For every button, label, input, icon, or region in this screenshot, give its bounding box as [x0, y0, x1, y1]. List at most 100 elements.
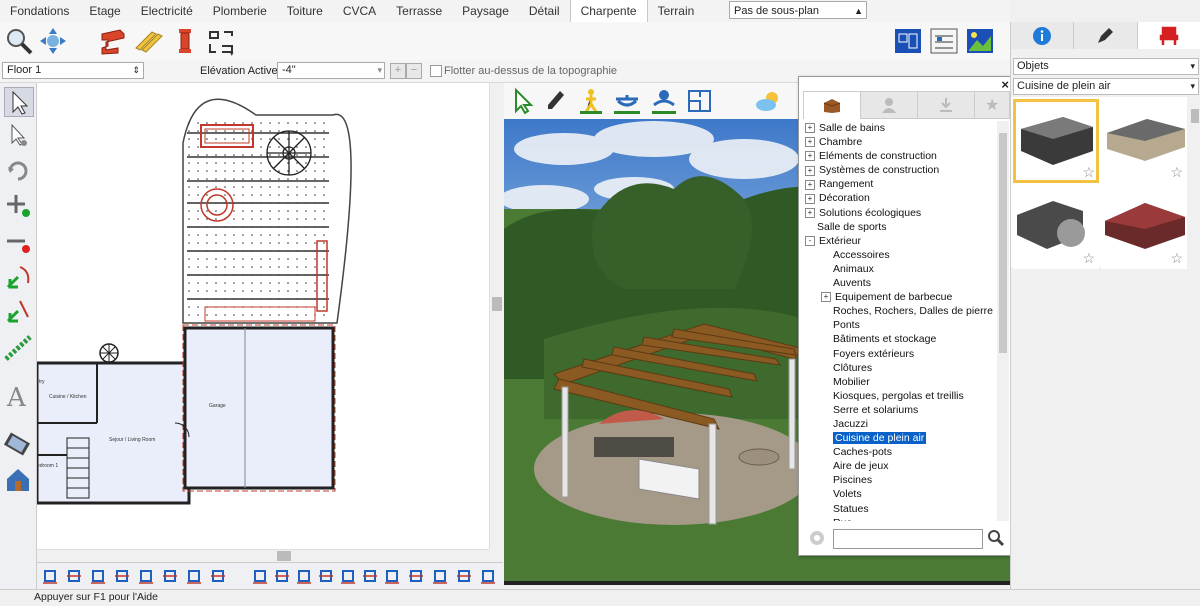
scroll-thumb[interactable]	[492, 297, 502, 311]
tab-objects[interactable]	[1137, 22, 1200, 49]
expand-icon[interactable]: +	[805, 193, 815, 204]
beam-icon[interactable]	[98, 26, 128, 56]
plan-view-icon[interactable]	[893, 26, 923, 56]
right-panel-scrollbar[interactable]	[1189, 97, 1200, 587]
align-tool-icon[interactable]	[317, 567, 335, 585]
camera-icon[interactable]	[3, 429, 32, 457]
dimension-icon[interactable]	[4, 333, 32, 361]
add-point-icon[interactable]	[4, 191, 32, 219]
text-icon[interactable]: A	[4, 381, 32, 413]
tab-library-download[interactable]	[917, 91, 976, 119]
framing-tools-icon[interactable]: ▾	[206, 26, 236, 58]
tab-etage[interactable]: Etage	[79, 0, 130, 22]
tree-item[interactable]: Roches, Rochers, Dalles de pierre	[805, 304, 993, 318]
walkthrough-icon[interactable]	[578, 87, 604, 115]
library-tree-scrollbar[interactable]	[997, 121, 1009, 521]
tab-cvca[interactable]: CVCA	[333, 0, 386, 22]
align-tool-icon[interactable]	[161, 567, 179, 585]
tab-library-user[interactable]	[860, 91, 919, 119]
floorplan-3d-icon[interactable]	[686, 87, 714, 115]
flyover-icon[interactable]	[612, 87, 642, 115]
tree-item[interactable]: Auvents	[805, 276, 993, 290]
select-edit-icon[interactable]	[4, 121, 32, 149]
thumbnail-kitchen-1[interactable]: ☆	[1013, 99, 1099, 183]
objects-select[interactable]: Objets ▾	[1013, 58, 1199, 75]
align-tool-icon[interactable]	[361, 567, 379, 585]
tab-electricite[interactable]: Electricité	[131, 0, 203, 22]
scroll-thumb[interactable]	[999, 133, 1007, 353]
tree-item[interactable]: Statues	[805, 502, 993, 516]
align-tool-icon[interactable]	[65, 567, 83, 585]
expand-icon[interactable]: +	[805, 137, 815, 148]
align-tool-icon[interactable]	[113, 567, 131, 585]
tree-item[interactable]: + Equipement de barbecue	[805, 290, 993, 304]
tab-plomberie[interactable]: Plomberie	[203, 0, 277, 22]
tree-item[interactable]: Rue	[805, 516, 993, 521]
align-tool-icon[interactable]	[273, 567, 291, 585]
align-tool-icon[interactable]	[89, 567, 107, 585]
tab-terrain[interactable]: Terrain	[648, 0, 705, 22]
tab-materials[interactable]	[1074, 22, 1138, 49]
thumbnail-kitchen-4[interactable]: ☆	[1101, 185, 1187, 269]
tree-item[interactable]: Accessoires	[805, 248, 993, 262]
align-tool-icon[interactable]	[383, 567, 401, 585]
expand-icon[interactable]: +	[805, 151, 815, 162]
column-icon[interactable]	[170, 26, 200, 56]
align-tool-icon[interactable]	[137, 567, 155, 585]
select-arrow-icon[interactable]	[4, 87, 34, 117]
tree-item[interactable]: + Salle de bains	[805, 121, 993, 135]
thumbnail-kitchen-2[interactable]: ☆	[1101, 99, 1187, 183]
expand-icon[interactable]: +	[805, 123, 815, 134]
thumbnail-kitchen-3[interactable]: ☆	[1013, 185, 1099, 269]
tree-item[interactable]: Kiosques, pergolas et treillis	[805, 389, 993, 403]
orbit-icon[interactable]	[650, 87, 678, 115]
align-tool-icon[interactable]	[209, 567, 227, 585]
remove-point-icon[interactable]	[4, 229, 32, 257]
subplan-select[interactable]: Pas de sous-plan ▲	[729, 1, 867, 19]
tree-item[interactable]: Cuisine de plein air	[805, 431, 993, 445]
tree-item[interactable]: + Chambre	[805, 135, 993, 149]
elevation-view-icon[interactable]	[929, 26, 959, 56]
weather-icon[interactable]	[754, 87, 784, 115]
tree-item[interactable]: Animaux	[805, 262, 993, 276]
expand-icon[interactable]: +	[821, 292, 831, 303]
align-tool-icon[interactable]	[251, 567, 269, 585]
plan-view-canvas[interactable]: try Cuisine / Kitchen Sejour / Living Ro…	[37, 83, 489, 549]
align-tool-icon[interactable]	[431, 567, 449, 585]
tab-charpente[interactable]: Charpente	[569, 0, 648, 22]
tree-item[interactable]: + Solutions écologiques	[805, 206, 993, 220]
tree-item[interactable]: + Eléments de construction	[805, 149, 993, 163]
increase-button[interactable]: +	[390, 63, 406, 79]
elevation-input[interactable]: -4" ▾	[277, 62, 385, 79]
tab-toiture[interactable]: Toiture	[277, 0, 333, 22]
plan-vertical-scrollbar[interactable]	[489, 83, 504, 549]
zoom-icon[interactable]	[4, 26, 34, 56]
align-tool-icon[interactable]	[185, 567, 203, 585]
tree-item[interactable]: Aire de jeux	[805, 459, 993, 473]
rotate-icon[interactable]	[4, 157, 32, 185]
3d-select-icon[interactable]	[510, 87, 536, 115]
tree-item[interactable]: Piscines	[805, 473, 993, 487]
align-tool-icon[interactable]	[41, 567, 59, 585]
category-select[interactable]: Cuisine de plein air ▾	[1013, 78, 1199, 95]
tree-item[interactable]: Mobilier	[805, 375, 993, 389]
tree-item[interactable]: Clôtures	[805, 361, 993, 375]
favorite-star-icon[interactable]: ☆	[1082, 164, 1095, 181]
align-tool-icon[interactable]	[479, 567, 497, 585]
expand-icon[interactable]: +	[805, 165, 815, 176]
float-checkbox[interactable]	[430, 65, 442, 77]
tree-item[interactable]: + Décoration	[805, 191, 993, 205]
tab-info[interactable]	[1011, 22, 1075, 49]
tab-terrasse[interactable]: Terrasse	[386, 0, 452, 22]
tree-item[interactable]: Foyers extérieurs	[805, 347, 993, 361]
3d-view-icon[interactable]	[965, 26, 995, 56]
align-tool-icon[interactable]	[339, 567, 357, 585]
tree-item[interactable]: Jacuzzi	[805, 417, 993, 431]
tree-item[interactable]: Serre et solariums	[805, 403, 993, 417]
align-tool-icon[interactable]	[295, 567, 313, 585]
tab-paysage[interactable]: Paysage	[452, 0, 519, 22]
break-line-icon[interactable]	[4, 263, 32, 291]
tree-item[interactable]: Salle de sports	[805, 220, 993, 234]
tree-item[interactable]: + Systèmes de construction	[805, 163, 993, 177]
pan-icon[interactable]	[38, 26, 68, 56]
